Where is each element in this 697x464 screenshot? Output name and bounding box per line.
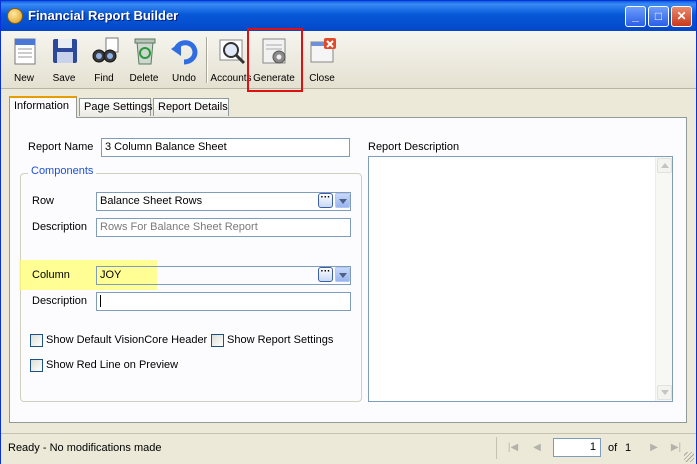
column-browse-button[interactable]: ··· — [318, 267, 333, 282]
report-description-label: Report Description — [368, 141, 460, 153]
show-report-settings-label: Show Report Settings — [227, 334, 334, 346]
description-scrollbar[interactable] — [655, 157, 672, 401]
row-description-label: Description — [32, 221, 88, 233]
undo-label: Undo — [172, 73, 196, 84]
row-description-input[interactable]: Rows For Balance Sheet Report — [96, 218, 351, 237]
previous-record-icon[interactable]: ◀ — [531, 442, 543, 454]
delete-button[interactable]: Delete — [124, 34, 164, 86]
show-default-header-label: Show Default VisionCore Header — [46, 334, 208, 346]
show-red-line-checkbox[interactable] — [30, 359, 43, 372]
show-default-header-checkbox[interactable] — [30, 334, 43, 347]
new-document-icon — [14, 38, 36, 65]
save-button[interactable]: Save — [44, 34, 84, 86]
tab-report-details[interactable]: Report Details — [153, 98, 229, 116]
row-select-value: Balance Sheet Rows — [100, 195, 203, 207]
last-record-icon[interactable]: ▶| — [670, 442, 682, 454]
text-caret — [100, 295, 101, 308]
report-name-label: Report Name — [28, 141, 94, 153]
find-button[interactable]: Find — [84, 34, 124, 86]
tab-information[interactable]: Information — [9, 96, 77, 118]
row-dropdown-arrow-icon[interactable] — [335, 193, 350, 208]
tab-page-settings[interactable]: Page Settings — [79, 98, 153, 116]
status-text: Ready - No modifications made — [8, 442, 162, 454]
record-navigator: |◀ ◀ 1 of 1 ▶ ▶| — [496, 437, 692, 459]
scroll-down-arrow-icon[interactable] — [657, 385, 672, 400]
close-window-button[interactable]: ✕ — [671, 6, 692, 27]
new-button[interactable]: New — [4, 34, 44, 86]
undo-arrow-icon — [171, 40, 198, 65]
report-description-textarea[interactable] — [368, 156, 673, 402]
row-browse-button[interactable]: ··· — [318, 193, 333, 208]
close-form-icon — [310, 38, 336, 63]
binoculars-icon — [92, 37, 119, 63]
app-icon — [7, 8, 23, 24]
generate-highlight-box — [247, 28, 303, 92]
column-select-value: JOY — [100, 269, 122, 281]
column-dropdown-arrow-icon[interactable] — [335, 267, 350, 282]
status-bar: Ready - No modifications made |◀ ◀ 1 of … — [1, 433, 696, 464]
scroll-up-arrow-icon[interactable] — [657, 158, 672, 173]
undo-button[interactable]: Undo — [164, 34, 204, 86]
page-total: 1 — [625, 442, 632, 454]
recycle-bin-icon — [134, 38, 156, 65]
financial-report-builder-window: Financial Report Builder _ □ ✕ New Save — [0, 0, 697, 464]
column-description-label: Description — [32, 295, 88, 307]
column-select[interactable]: JOY ··· — [96, 266, 351, 285]
toolbar: New Save Find Delete Undo Accounts Gener… — [1, 31, 696, 89]
accounts-button[interactable]: Accounts — [210, 34, 252, 86]
column-label: Column — [32, 269, 70, 281]
resize-grip-icon[interactable] — [684, 452, 694, 462]
column-description-input[interactable] — [96, 292, 351, 311]
next-record-icon[interactable]: ▶ — [648, 442, 660, 454]
title-bar: Financial Report Builder _ □ ✕ — [1, 1, 696, 31]
row-select[interactable]: Balance Sheet Rows ··· — [96, 192, 351, 211]
components-title: Components — [28, 165, 97, 177]
window-title: Financial Report Builder — [28, 8, 179, 23]
row-label: Row — [32, 195, 55, 207]
report-name-input[interactable]: 3 Column Balance Sheet — [101, 138, 350, 157]
accounts-magnifier-icon — [219, 39, 246, 65]
close-label: Close — [309, 73, 335, 84]
maximize-button[interactable]: □ — [648, 6, 669, 27]
show-report-settings-checkbox[interactable] — [211, 334, 224, 347]
show-red-line-label: Show Red Line on Preview — [46, 359, 179, 371]
close-button[interactable]: Close — [302, 34, 342, 86]
page-of-label: of — [608, 442, 618, 454]
first-record-icon[interactable]: |◀ — [507, 442, 519, 454]
page-number-input[interactable]: 1 — [553, 438, 601, 457]
information-panel: Report Name 3 Column Balance Sheet Compo… — [9, 117, 687, 423]
minimize-button[interactable]: _ — [625, 6, 646, 27]
save-disk-icon — [53, 39, 77, 63]
